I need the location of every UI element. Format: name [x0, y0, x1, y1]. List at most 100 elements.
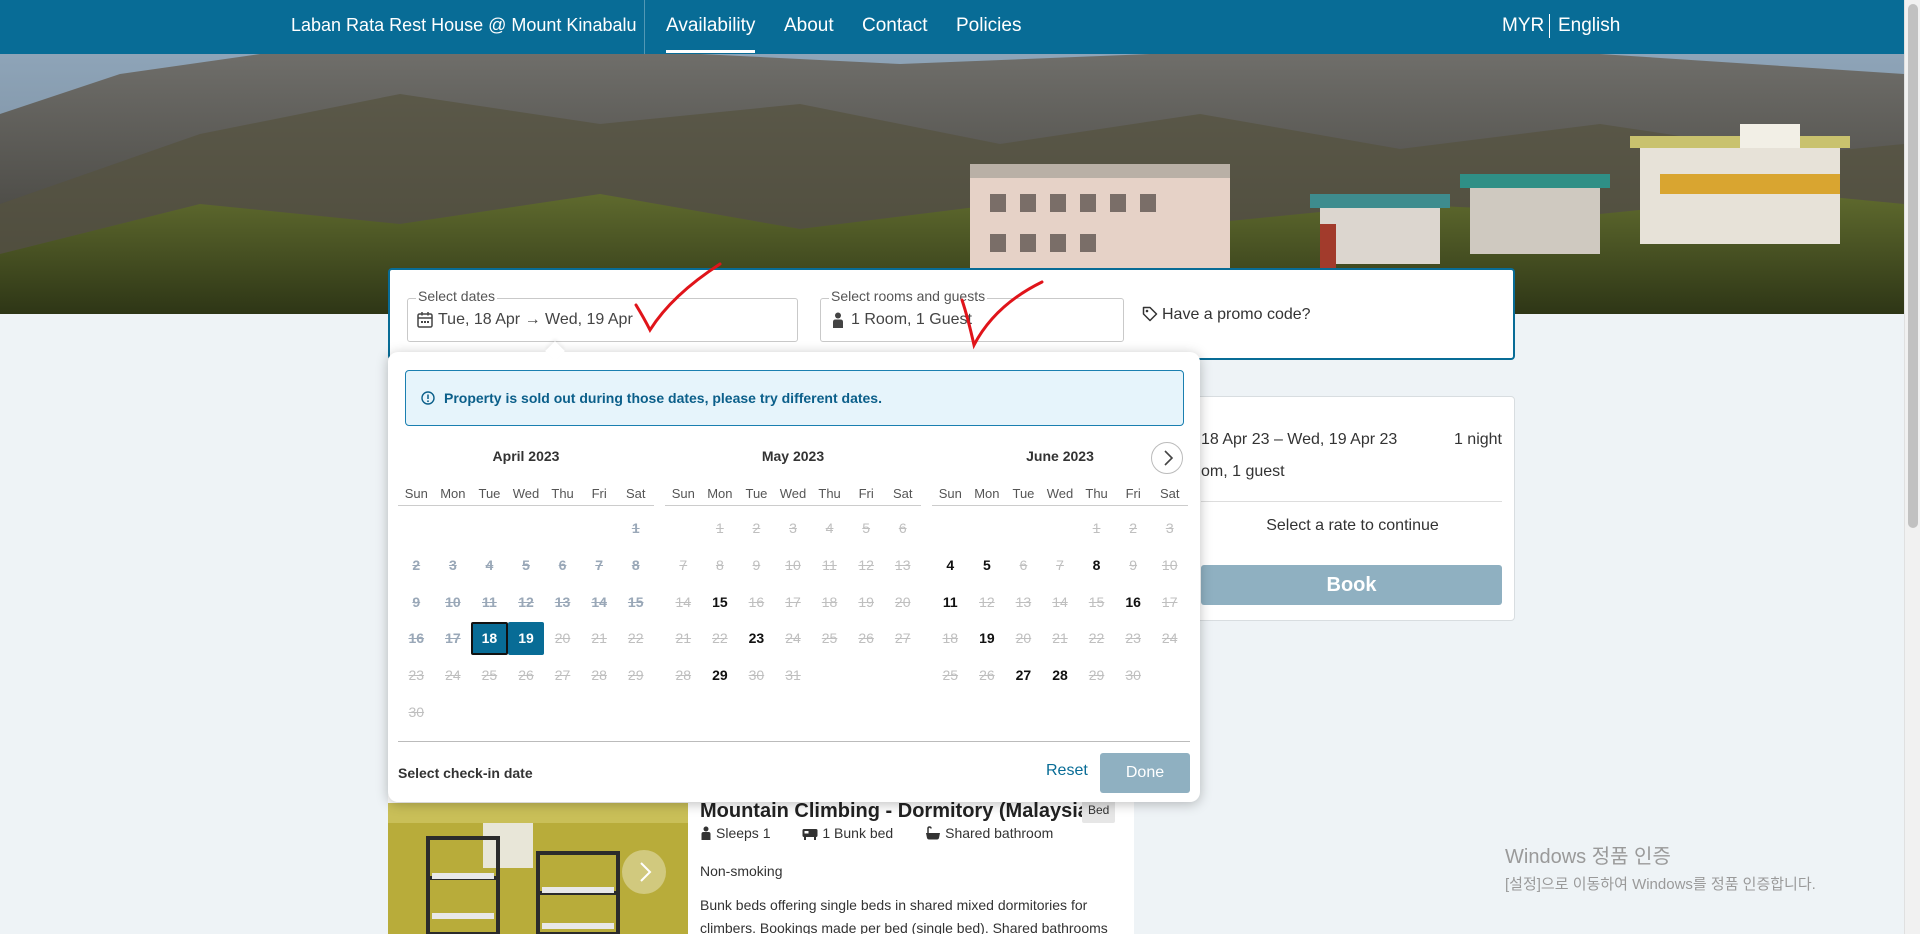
weekday-label: Sun — [404, 486, 428, 501]
feature-bathroom: Shared bathroom — [925, 825, 1067, 841]
currency-selector[interactable]: MYR — [1502, 15, 1544, 37]
done-button[interactable]: Done — [1100, 753, 1190, 793]
nav-about[interactable]: About — [784, 15, 834, 37]
page-scrollbar[interactable] — [1904, 0, 1920, 934]
date-range-field[interactable]: Select dates Tue, 18 Apr → Wed, 19 Apr — [407, 288, 798, 342]
calendar-day: 21 — [675, 630, 692, 647]
sold-out-alert: Property is sold out during those dates,… — [405, 370, 1184, 426]
weekday-label: Mon — [440, 486, 466, 501]
weekday-label: Thu — [551, 486, 574, 501]
person-icon — [829, 311, 847, 329]
photo-next-icon[interactable] — [622, 850, 666, 894]
summary-dates: 18 Apr 23 – Wed, 19 Apr 23 — [1201, 431, 1398, 448]
weekday-label: Wed — [779, 486, 807, 501]
calendar-month-april: April 2023 Sun Mon Tue Wed Thu Fri Sat 1234567… — [398, 448, 654, 730]
calendar-day: 31 — [785, 667, 801, 684]
calendar-day[interactable]: 16 — [1115, 585, 1152, 618]
calendar-day[interactable]: 18 — [471, 622, 508, 655]
calendar-day[interactable]: 4 — [932, 549, 969, 582]
top-navigation: Laban Rata Rest House @ Mount Kinabalu A… — [0, 0, 1904, 54]
room-features: Sleeps 1 1 Bunk bed Shared bathroom — [700, 825, 1081, 841]
calendar-day: 6 — [898, 520, 907, 537]
calendar-day: 3 — [1165, 520, 1174, 537]
calendar-day[interactable]: 29 — [702, 659, 739, 692]
calendar-day: 1 — [1092, 520, 1101, 537]
weekday-label: Thu — [1085, 486, 1108, 501]
calendar-day: 13 — [894, 557, 911, 574]
calendar-day: 2 — [412, 557, 421, 574]
weekday-label: Sun — [671, 486, 695, 501]
calendar-day: 3 — [448, 557, 457, 574]
calendar-day: 26 — [858, 630, 874, 647]
room-smoking: Non-smoking — [700, 863, 783, 879]
calendar-day: 18 — [942, 630, 959, 647]
nav-availability[interactable]: Availability — [666, 15, 756, 53]
summary-divider — [1201, 501, 1502, 502]
next-month-button[interactable] — [1151, 442, 1183, 474]
calendar-day[interactable]: 5 — [969, 549, 1006, 582]
calendar-day: 26 — [979, 667, 995, 684]
scrollbar-thumb[interactable] — [1908, 4, 1918, 528]
room-title[interactable]: Mountain Climbing - Dormitory (Malaysian… — [700, 800, 1108, 823]
sold-out-message: Property is sold out during those dates,… — [444, 390, 882, 406]
weekday-label: Tue — [1012, 486, 1035, 501]
weekday-label: Sun — [938, 486, 962, 501]
weekday-header: Sun Mon Tue Wed Thu Fri Sat — [932, 486, 1188, 506]
weekday-label: Mon — [974, 486, 1000, 501]
calendar-empty-cell — [435, 512, 472, 545]
calendar-day[interactable]: 8 — [1078, 549, 1115, 582]
calendar-day[interactable]: 19 — [969, 622, 1006, 655]
property-name[interactable]: Laban Rata Rest House @ Mount Kinabalu — [291, 15, 636, 36]
reset-button[interactable]: Reset — [1046, 762, 1088, 780]
calendar-day: 15 — [1088, 593, 1105, 610]
date-range-value: Tue, 18 Apr → Wed, 19 Apr — [438, 311, 633, 328]
promo-code-text: Have a promo code? — [1162, 306, 1311, 323]
calendar-day[interactable]: 19 — [507, 622, 545, 655]
date-field-label: Select dates — [416, 288, 498, 304]
calendar-empty-cell — [665, 512, 702, 545]
nav-policies[interactable]: Policies — [956, 15, 1021, 37]
book-button[interactable]: Book — [1201, 565, 1502, 605]
calendar-day: 4 — [485, 557, 494, 574]
weekday-label: Wed — [512, 486, 540, 501]
calendar-day: 14 — [675, 593, 692, 610]
calendar-day: 22 — [1088, 630, 1105, 647]
calendar-day: 22 — [712, 630, 728, 647]
calendar-day[interactable]: 23 — [738, 622, 775, 655]
calendar-day: 17 — [445, 630, 461, 647]
calendar-day: 16 — [408, 630, 425, 647]
date-picker-popup: Property is sold out during those dates,… — [388, 352, 1200, 802]
calendar-day[interactable]: 27 — [1005, 659, 1042, 692]
calendar-day: 11 — [482, 593, 497, 610]
calendar-day: 26 — [518, 667, 534, 684]
calendar-day[interactable]: 15 — [702, 585, 739, 618]
watermark-subtitle: [설정]으로 이동하여 Windows를 정품 인증합니다. — [1505, 876, 1816, 893]
calendar-day: 7 — [1056, 557, 1064, 574]
calendar-day[interactable]: 11 — [932, 585, 969, 618]
calendar-day: 29 — [1088, 667, 1105, 684]
month-title: May 2023 — [761, 448, 825, 464]
calendar-day: 14 — [1052, 593, 1068, 610]
weekday-header: Sun Mon Tue Wed Thu Fri Sat — [665, 486, 921, 506]
weekday-label: Tue — [478, 486, 501, 501]
rooms-guests-field[interactable]: Select rooms and guests 1 Room, 1 Guest — [820, 288, 1124, 342]
calendar-day: 12 — [858, 557, 874, 574]
calendar-day: 20 — [1015, 630, 1032, 647]
calendar-day: 12 — [518, 593, 534, 610]
tag-icon — [1142, 306, 1158, 322]
weekday-label: Fri — [858, 486, 874, 501]
nav-contact[interactable]: Contact — [862, 15, 927, 37]
calendar-empty-cell — [471, 512, 508, 545]
promo-code-link[interactable]: Have a promo code? — [1142, 306, 1311, 324]
calendar-day: 23 — [408, 667, 425, 684]
calendar-day[interactable]: 28 — [1042, 659, 1079, 692]
language-selector[interactable]: English — [1558, 15, 1620, 37]
calendar-day: 1 — [715, 520, 724, 537]
room-description: Bunk beds offering single beds in shared… — [700, 897, 1108, 934]
feature-sleeps: Sleeps 1 — [700, 825, 784, 841]
calendar-day: 22 — [627, 630, 644, 647]
calendar-day: 19 — [858, 593, 874, 610]
calendar-day: 8 — [631, 557, 640, 574]
room-photo[interactable] — [388, 803, 688, 934]
calendar-day: 1 — [631, 520, 640, 537]
